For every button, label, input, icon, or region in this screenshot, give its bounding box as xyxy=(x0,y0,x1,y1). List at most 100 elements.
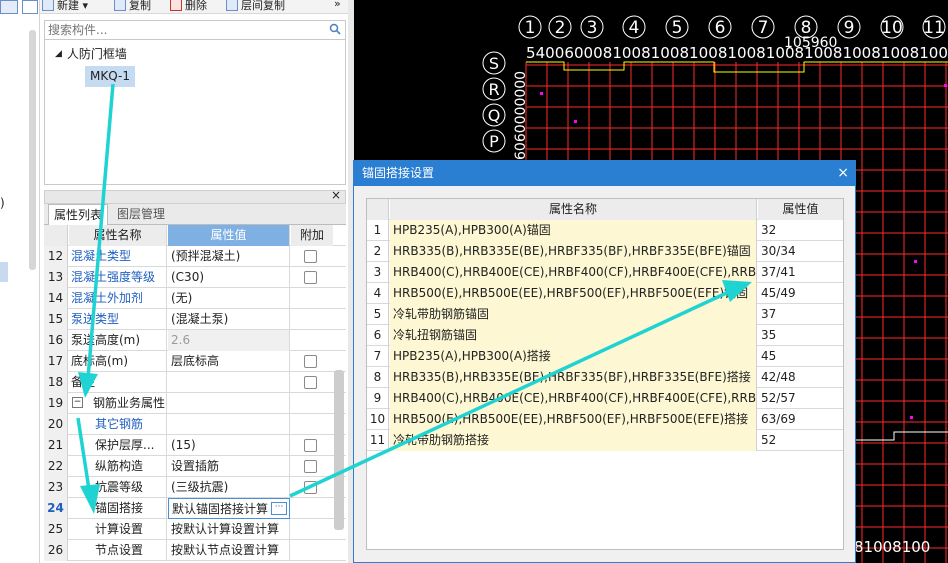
property-row[interactable]: 18 备注 xyxy=(44,372,346,393)
tab-property-list[interactable]: 属性列表 xyxy=(48,204,109,225)
dialog-header-value: 属性值 xyxy=(758,199,843,220)
property-value[interactable]: (预拌混凝土) xyxy=(168,246,290,267)
dialog-row-value[interactable]: 45 xyxy=(758,346,843,367)
property-row[interactable]: 20 其它钢筋 xyxy=(44,414,346,435)
property-row[interactable]: 12 混凝土类型 (预拌混凝土) xyxy=(44,246,346,267)
dialog-row[interactable]: 11 冷轧带肋钢筋搭接 52 xyxy=(367,430,843,451)
tab-layer-management[interactable]: 图层管理 xyxy=(112,204,170,225)
new-button[interactable]: 新建 ▾ xyxy=(42,0,88,13)
props-scrollbar[interactable] xyxy=(334,370,344,530)
dialog-row[interactable]: 8 HRB335(B),HRB335E(BE),HRBF335(BF),HRBF3… xyxy=(367,367,843,388)
dialog-row[interactable]: 7 HPB235(A),HPB300(A)搭接 45 xyxy=(367,346,843,367)
dialog-row[interactable]: 5 冷轧带肋钢筋锚固 37 xyxy=(367,304,843,325)
dialog-row[interactable]: 10 HRB500(E),HRB500E(EE),HRBF500(EF),HRBF… xyxy=(367,409,843,430)
property-value[interactable]: (无) xyxy=(168,288,290,309)
dialog-header-name: 属性名称 xyxy=(390,199,757,220)
props-close-icon[interactable]: × xyxy=(331,188,341,202)
dialog-close-icon[interactable]: × xyxy=(837,161,849,186)
dialog-row-name: HRB335(B),HRB335E(BE),HRBF335(BF),HRBF33… xyxy=(390,367,757,388)
property-row[interactable]: 25 计算设置 按默认计算设置计算 xyxy=(44,519,346,540)
property-row[interactable]: 17 底标高(m) 层底标高 xyxy=(44,351,346,372)
dialog-row-value[interactable]: 37/41 xyxy=(758,262,843,283)
property-extra xyxy=(291,540,333,561)
property-name: 抗震等级 xyxy=(69,477,167,498)
property-value[interactable]: (15) xyxy=(168,435,290,456)
axis-number: 4 xyxy=(629,18,640,38)
property-row[interactable]: 21 保护层厚... (15) xyxy=(44,435,346,456)
extra-checkbox[interactable] xyxy=(304,250,317,263)
property-row[interactable]: 23 抗震等级 (三级抗震) xyxy=(44,477,346,498)
dialog-row[interactable]: 2 HRB335(B),HRB335E(BE),HRBF335(BF),HRBF3… xyxy=(367,241,843,262)
grid-marker xyxy=(910,416,913,419)
collapse-triangle-icon[interactable]: ◢ xyxy=(55,49,62,59)
tree-group-row[interactable]: ◢ 人防门框墙 xyxy=(55,45,127,62)
property-name: 纵筋构造 xyxy=(69,456,167,477)
property-value[interactable]: 层底标高 xyxy=(168,351,290,372)
panel-toggle-icon[interactable] xyxy=(0,0,18,14)
collapse-minus-icon[interactable]: − xyxy=(72,397,83,408)
axis-letter: S xyxy=(489,54,499,73)
property-value[interactable]: 按默认计算设置计算 xyxy=(168,519,290,540)
property-value[interactable] xyxy=(168,372,290,393)
dialog-row-value[interactable]: 52 xyxy=(758,430,843,451)
dialog-row[interactable]: 9 HRB400(C),HRB400E(CE),HRBF400(CF),HRBF4… xyxy=(367,388,843,409)
property-row-num: 12 xyxy=(44,246,68,267)
dialog-row-value[interactable]: 30/34 xyxy=(758,241,843,262)
property-value[interactable]: 2.6 xyxy=(168,330,290,351)
extra-checkbox[interactable] xyxy=(304,481,317,494)
dialog-row-value[interactable]: 45/49 xyxy=(758,283,843,304)
list-view-icon[interactable] xyxy=(22,0,38,14)
extra-checkbox[interactable] xyxy=(304,376,317,389)
dialog-row-num: 4 xyxy=(367,283,389,304)
left-strip-fragment: ) xyxy=(0,196,5,210)
property-row[interactable]: 22 纵筋构造 设置插筋 xyxy=(44,456,346,477)
property-name: 计算设置 xyxy=(69,519,167,540)
left-strip-scrollbar[interactable] xyxy=(29,30,36,270)
property-extra xyxy=(291,309,333,330)
dialog-row[interactable]: 6 冷轧扭钢筋锚固 35 xyxy=(367,325,843,346)
search-icon[interactable] xyxy=(329,23,341,38)
dialog-row-num: 6 xyxy=(367,325,389,346)
property-value-text: (三级抗震) xyxy=(171,480,229,494)
dialog-row[interactable]: 3 HRB400(C),HRB400E(CE),HRBF400(CF),HRBF4… xyxy=(367,262,843,283)
property-value[interactable] xyxy=(168,414,290,435)
property-value[interactable]: 按默认节点设置计算 xyxy=(168,540,290,561)
copy-button[interactable]: 复制 xyxy=(114,0,151,13)
dialog-row-value[interactable]: 42/48 xyxy=(758,367,843,388)
property-value[interactable]: 设置插筋 xyxy=(168,456,290,477)
property-row[interactable]: 15 泵送类型 (混凝土泵) xyxy=(44,309,346,330)
dialog-row-value[interactable]: 35 xyxy=(758,325,843,346)
dialog-row-name: HPB235(A),HPB300(A)锚固 xyxy=(390,220,757,241)
extra-checkbox[interactable] xyxy=(304,271,317,284)
property-row[interactable]: 16 泵送高度(m) 2.6 xyxy=(44,330,346,351)
extra-checkbox[interactable] xyxy=(304,460,317,473)
extra-checkbox[interactable] xyxy=(304,439,317,452)
property-row[interactable]: 24 锚固搭接 默认锚固搭接计算 ··· xyxy=(44,498,346,519)
dialog-row-value[interactable]: 63/69 xyxy=(758,409,843,430)
property-value[interactable] xyxy=(168,393,290,414)
extra-checkbox[interactable] xyxy=(304,355,317,368)
dialog-row[interactable]: 1 HPB235(A),HPB300(A)锚固 32 xyxy=(367,220,843,241)
property-row[interactable]: 26 节点设置 按默认节点设置计算 xyxy=(44,540,346,561)
property-row[interactable]: 19− 钢筋业务属性 xyxy=(44,393,346,414)
property-row[interactable]: 13 混凝土强度等级 (C30) xyxy=(44,267,346,288)
property-value[interactable]: (C30) xyxy=(168,267,290,288)
property-value[interactable]: (混凝土泵) xyxy=(168,309,290,330)
property-value[interactable]: 默认锚固搭接计算 ··· xyxy=(168,498,290,519)
property-value[interactable]: (三级抗震) xyxy=(168,477,290,498)
property-row[interactable]: 14 混凝土外加剂 (无) xyxy=(44,288,346,309)
toolbar-overflow-button[interactable]: » xyxy=(334,0,341,10)
dialog-row-value[interactable]: 52/57 xyxy=(758,388,843,409)
delete-button[interactable]: 删除 xyxy=(170,0,207,13)
property-name: 混凝土强度等级 xyxy=(69,267,167,288)
property-name: 保护层厚... xyxy=(69,435,167,456)
property-row-num: 14 xyxy=(44,288,68,309)
floor-copy-button[interactable]: 层间复制 xyxy=(226,0,285,13)
ellipsis-button[interactable]: ··· xyxy=(271,502,287,515)
dialog-row-value[interactable]: 32 xyxy=(758,220,843,241)
search-input[interactable] xyxy=(45,21,325,39)
property-extra xyxy=(291,330,333,351)
tree-item-mkq-1[interactable]: MKQ-1 xyxy=(85,66,135,87)
dialog-row-value[interactable]: 37 xyxy=(758,304,843,325)
dialog-row[interactable]: 4 HRB500(E),HRB500E(EE),HRBF500(EF),HRBF5… xyxy=(367,283,843,304)
